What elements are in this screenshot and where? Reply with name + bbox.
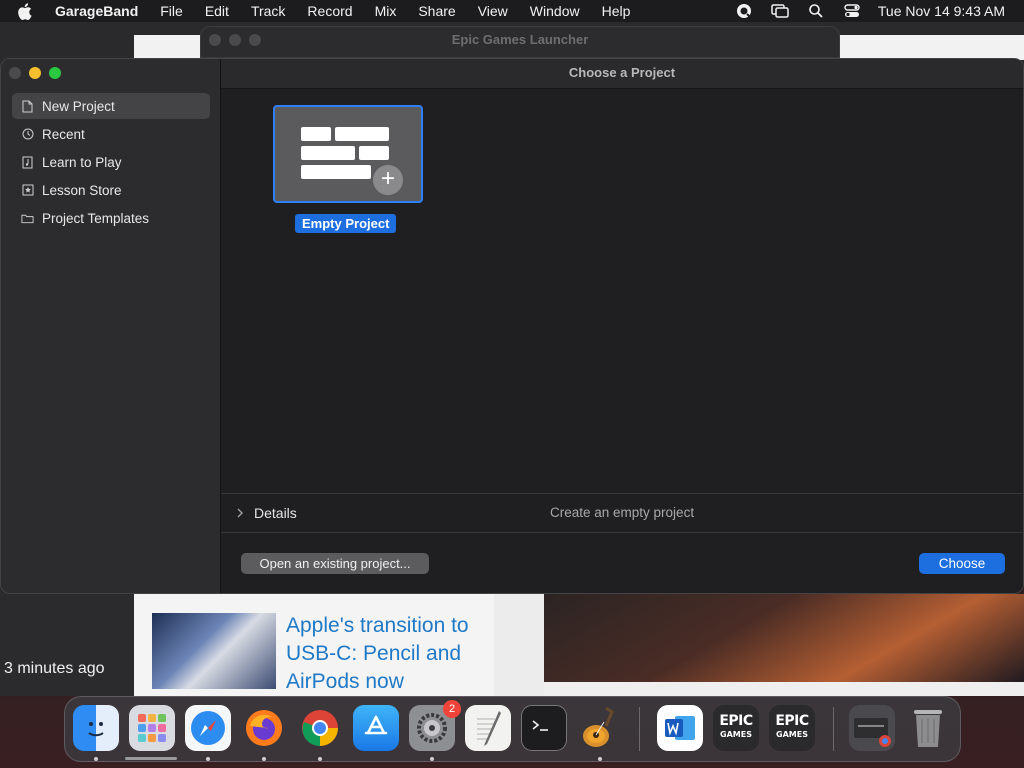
background-divider [494,594,544,696]
star-box-icon [21,184,34,197]
running-indicator [318,757,322,761]
running-indicator [206,757,210,761]
epic-games-logo: EPIC GAMES [719,713,753,739]
background-photo[interactable] [544,594,1024,682]
running-indicator [598,757,602,761]
details-label[interactable]: Details [254,505,297,521]
screen-recording-icon[interactable] [734,3,754,19]
background-time-ago: 3 minutes ago [4,660,105,677]
dock-separator [639,707,640,751]
epic-games-logo: EPIC GAMES [775,713,809,739]
dock-finder-icon[interactable] [73,705,119,751]
sidebar-list: New Project Recent Learn to Play Lesson … [12,93,210,233]
dock-app-store-icon[interactable] [353,705,399,751]
menu-status-area: Tue Nov 14 9:43 AM [734,3,1024,19]
dock-launchpad-icon[interactable] [129,705,175,751]
running-indicator [430,757,434,761]
control-center-icon[interactable] [842,3,862,19]
window-close-button[interactable] [9,67,21,79]
dock-microsoft-word-icon[interactable] [657,705,703,751]
news-thumbnail[interactable] [152,613,276,689]
window-zoom-button[interactable] [49,67,61,79]
project-chooser-main: Choose a Project + Empty Project Details… [221,59,1023,593]
plus-icon: + [371,163,405,197]
dock: 2 EPIC GAMES EPIC GAMES [64,696,961,762]
project-sidebar: New Project Recent Learn to Play Lesson … [1,59,221,593]
sidebar-item-learn-to-play[interactable]: Learn to Play [12,149,210,175]
epic-games-window[interactable]: Epic Games Launcher [200,26,840,58]
clock-icon [21,128,34,141]
spotlight-search-icon[interactable] [806,3,826,19]
menu-track[interactable]: Track [240,0,296,22]
dock-system-settings-icon[interactable]: 2 [409,700,461,751]
dock-trash-icon[interactable] [905,705,951,751]
empty-project-label[interactable]: Empty Project [295,214,397,233]
dock-epic-games-icon[interactable]: EPIC GAMES [713,705,759,751]
window-minimize-button[interactable] [29,67,41,79]
notification-badge: 2 [443,700,461,718]
dock-separator [833,707,834,751]
apple-menu-icon[interactable] [17,0,37,22]
background-news-card[interactable]: Apple's transition to USB-C: Pencil and … [134,594,524,696]
news-headline[interactable]: Apple's transition to USB-C: Pencil and … [286,612,506,696]
dock-firefox-icon[interactable] [241,705,287,751]
dock-epic-games-icon[interactable]: EPIC GAMES [769,705,815,751]
menu-app-name[interactable]: GarageBand [53,0,149,22]
dock-chrome-icon[interactable] [297,705,343,751]
details-disclosure[interactable]: Details Create an empty project [221,493,1023,533]
chevron-right-icon[interactable] [235,506,245,520]
sidebar-item-label: Learn to Play [42,154,122,170]
window-traffic-lights [9,67,61,79]
sidebar-item-label: New Project [42,98,115,114]
sidebar-item-lesson-store[interactable]: Lesson Store [12,177,210,203]
epic-window-title: Epic Games Launcher [451,32,589,47]
sidebar-item-project-templates[interactable]: Project Templates [12,205,210,231]
sidebar-item-new-project[interactable]: New Project [12,93,210,119]
sidebar-item-recent[interactable]: Recent [12,121,210,147]
document-icon [21,100,34,113]
menu-mix[interactable]: Mix [364,0,408,22]
menu-help[interactable]: Help [591,0,642,22]
menu-view[interactable]: View [467,0,519,22]
dock-scroll-indicator [125,757,177,760]
sidebar-item-label: Lesson Store [42,182,122,198]
menu-edit[interactable]: Edit [194,0,240,22]
dock-safari-icon[interactable] [185,705,231,751]
running-indicator [94,757,98,761]
menu-share[interactable]: Share [407,0,466,22]
menu-window[interactable]: Window [519,0,591,22]
sidebar-item-label: Recent [42,126,85,142]
menu-clock[interactable]: Tue Nov 14 9:43 AM [878,3,1005,19]
open-existing-project-button[interactable]: Open an existing project... [241,553,429,574]
screen-mirroring-icon[interactable] [770,3,790,19]
folder-icon [21,212,34,225]
dock-garageband-icon[interactable] [577,705,623,751]
project-description: Create an empty project [550,505,695,520]
music-book-icon [21,156,34,169]
garageband-project-chooser-window: New Project Recent Learn to Play Lesson … [0,58,1024,594]
dock-textedit-icon[interactable] [465,705,511,751]
menu-file[interactable]: File [149,0,194,22]
background-strip [544,682,1024,696]
dock-terminal-icon[interactable] [521,705,567,751]
running-indicator [262,757,266,761]
menu-bar: GarageBand File Edit Track Record Mix Sh… [0,0,1024,22]
choose-button[interactable]: Choose [919,553,1005,574]
dock-downloads-stack-icon[interactable] [849,705,895,751]
window-title: Choose a Project [221,59,1023,89]
empty-project-tile[interactable]: + [273,105,423,203]
sidebar-item-label: Project Templates [42,210,150,226]
menu-record[interactable]: Record [296,0,363,22]
